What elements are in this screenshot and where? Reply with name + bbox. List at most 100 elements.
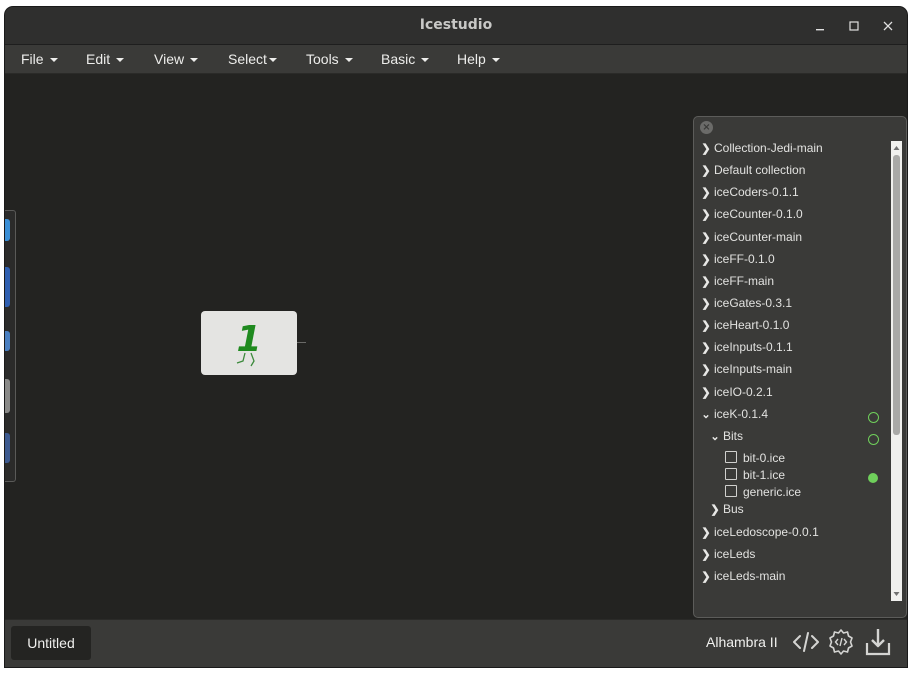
chevron-right-icon[interactable]: ❯ <box>701 164 711 177</box>
collection-label: iceLeds <box>714 547 756 561</box>
chevron-right-icon[interactable]: ❯ <box>701 570 711 583</box>
caret-down-icon <box>49 58 58 63</box>
caret-down-icon <box>116 58 125 63</box>
panel-close-icon[interactable]: × <box>700 121 713 134</box>
code-icon <box>793 632 819 652</box>
constant-one-icon: 1 <box>236 319 262 367</box>
caret-down-icon <box>491 58 500 63</box>
collection-label: Bits <box>723 429 744 443</box>
dock-app-icon[interactable] <box>5 331 10 351</box>
chevron-right-icon[interactable]: ❯ <box>701 363 711 376</box>
dock-app-icon[interactable] <box>5 219 10 241</box>
chevron-right-icon[interactable]: ❯ <box>701 297 711 310</box>
collection-tree-item[interactable]: ❯ iceCounter-main <box>701 230 802 250</box>
collection-tree-item[interactable]: ❯ iceLeds <box>701 547 755 567</box>
collection-tree-item[interactable]: ❯ Bus <box>710 502 744 522</box>
menu-tools[interactable]: Tools <box>306 51 353 67</box>
chevron-right-icon[interactable]: ❯ <box>701 186 711 199</box>
collection-tree-item[interactable]: ❯ iceCoders-0.1.1 <box>701 185 798 205</box>
design-canvas[interactable]: 1 × ❯ Collection-Jedi-main ❯ Default collec… <box>5 74 907 619</box>
chevron-right-icon[interactable]: ❯ <box>701 253 711 266</box>
upload-button[interactable] <box>863 627 893 657</box>
board-selector[interactable]: Alhambra II <box>706 634 778 650</box>
chip-icon <box>725 485 737 497</box>
collection-tree-item[interactable]: ❯ iceIO-0.2.1 <box>701 385 773 405</box>
app-window: Icestudio File Edit View Select Tools Ba… <box>5 7 907 667</box>
chevron-right-icon[interactable]: ❯ <box>701 548 711 561</box>
dock-app-icon[interactable] <box>5 267 10 307</box>
menu-select[interactable]: Select <box>228 51 277 67</box>
collection-tree-item[interactable]: ❯ iceCounter-0.1.0 <box>701 207 803 227</box>
maximize-icon <box>849 21 859 31</box>
menu-label: File <box>21 51 44 67</box>
scrollbar-thumb[interactable] <box>893 155 900 435</box>
collection-tree-item[interactable]: ❯ iceGates-0.3.1 <box>701 296 792 316</box>
chip-icon <box>725 468 737 480</box>
tab-untitled[interactable]: Untitled <box>11 626 91 660</box>
collection-label: iceFF-0.1.0 <box>714 252 775 266</box>
collection-label: iceIO-0.2.1 <box>714 385 773 399</box>
menu-label: Select <box>228 51 267 67</box>
panel-scrollbar[interactable] <box>891 141 902 601</box>
gear-code-icon <box>829 629 853 655</box>
chevron-right-icon[interactable]: ❯ <box>710 503 720 516</box>
scroll-down-icon[interactable] <box>891 589 902 599</box>
menu-help[interactable]: Help <box>457 51 500 67</box>
collection-label: iceGates-0.3.1 <box>714 296 793 310</box>
chevron-right-icon[interactable]: ❯ <box>701 526 711 539</box>
title-bar: Icestudio <box>5 7 907 45</box>
collection-label: iceCounter-main <box>714 230 803 244</box>
dock-app-icon[interactable] <box>5 433 10 463</box>
menu-view[interactable]: View <box>154 51 199 67</box>
left-dock[interactable] <box>5 210 16 482</box>
collection-tree-item[interactable]: ⌄ Bits <box>710 429 743 449</box>
collection-label: Collection-Jedi-main <box>714 141 823 155</box>
status-bar: Untitled Alhambra II <box>5 619 907 667</box>
collection-label: iceHeart-0.1.0 <box>714 318 790 332</box>
collection-label: iceFF-main <box>714 274 775 288</box>
chevron-right-icon[interactable]: ❯ <box>701 341 711 354</box>
collection-tree-item[interactable]: ❯ Collection-Jedi-main <box>701 141 823 161</box>
chevron-down-icon[interactable]: ⌄ <box>710 430 720 443</box>
collection-label: bit-0.ice <box>743 451 786 465</box>
chevron-right-icon[interactable]: ❯ <box>701 386 711 399</box>
scroll-up-icon[interactable] <box>891 143 902 153</box>
collection-label: Bus <box>723 502 744 516</box>
collection-label: iceCounter-0.1.0 <box>714 207 803 221</box>
minimize-icon <box>816 29 824 31</box>
collection-label: iceLeds-main <box>714 569 786 583</box>
collection-label: iceInputs-0.1.1 <box>714 340 793 354</box>
dock-app-icon[interactable] <box>5 379 10 413</box>
chevron-right-icon[interactable]: ❯ <box>701 231 711 244</box>
close-icon <box>883 21 893 31</box>
menu-bar: File Edit View Select Tools Basic Help <box>5 45 907 74</box>
menu-file[interactable]: File <box>21 51 58 67</box>
collection-tree-item[interactable]: ⌄ iceK-0.1.4 <box>701 407 768 427</box>
status-dot-outline-icon <box>868 412 879 423</box>
menu-basic[interactable]: Basic <box>381 51 430 67</box>
menu-edit[interactable]: Edit <box>86 51 125 67</box>
build-button[interactable] <box>826 627 856 657</box>
chevron-right-icon[interactable]: ❯ <box>701 208 711 221</box>
collection-label: bit-1.ice <box>743 468 786 482</box>
chevron-right-icon[interactable]: ❯ <box>701 319 711 332</box>
collection-tree-item[interactable]: ❯ iceLeds-main <box>701 569 785 589</box>
chevron-right-icon[interactable]: ❯ <box>701 142 711 155</box>
collection-tree-item[interactable]: ❯ iceInputs-0.1.1 <box>701 340 793 360</box>
collection-tree-item[interactable]: ❯ iceFF-main <box>701 274 774 294</box>
menu-label: Tools <box>306 51 339 67</box>
collection-tree-item[interactable]: ❯ Default collection <box>701 163 805 183</box>
collection-label: Default collection <box>714 163 806 177</box>
collection-tree-item[interactable]: ❯ iceInputs-main <box>701 362 792 382</box>
maximize-button[interactable] <box>843 15 865 37</box>
collections-panel: × ❯ Collection-Jedi-main ❯ Default collecti… <box>693 116 907 618</box>
chevron-right-icon[interactable]: ❯ <box>701 275 711 288</box>
collection-tree-item[interactable]: ❯ iceLedoscope-0.0.1 <box>701 525 818 545</box>
collection-tree-item[interactable]: ❯ iceFF-0.1.0 <box>701 252 775 272</box>
minimize-button[interactable] <box>809 15 831 37</box>
collection-tree-item[interactable]: ❯ iceHeart-0.1.0 <box>701 318 789 338</box>
constant-block[interactable]: 1 <box>201 311 297 375</box>
verilog-code-button[interactable] <box>791 627 821 657</box>
close-button[interactable] <box>877 15 899 37</box>
chevron-down-icon[interactable]: ⌄ <box>701 408 711 421</box>
